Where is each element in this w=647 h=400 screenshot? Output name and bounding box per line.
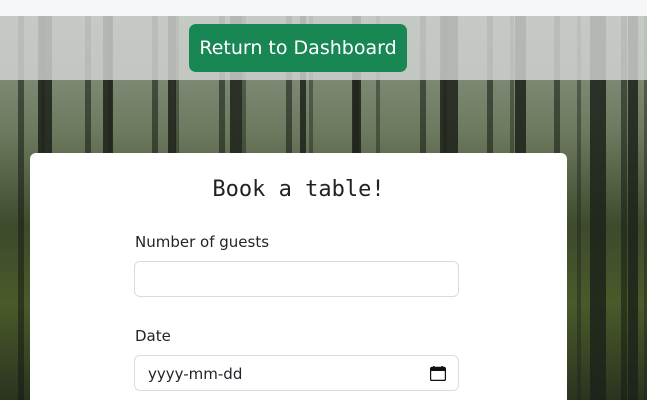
date-label: Date bbox=[135, 327, 171, 345]
date-placeholder: yyyy-mm-dd bbox=[148, 365, 243, 383]
guests-label: Number of guests bbox=[135, 233, 270, 251]
date-input[interactable]: yyyy-mm-dd bbox=[134, 355, 459, 391]
return-to-dashboard-button[interactable]: Return to Dashboard bbox=[189, 24, 407, 72]
guests-input[interactable] bbox=[134, 261, 459, 297]
page: Return to Dashboard Book a table! Number… bbox=[0, 0, 647, 400]
top-strip bbox=[0, 0, 647, 16]
calendar-icon[interactable] bbox=[430, 366, 446, 381]
booking-title: Book a table! bbox=[212, 177, 385, 202]
booking-card: Book a table! Number of guests Date yyyy… bbox=[30, 153, 567, 400]
